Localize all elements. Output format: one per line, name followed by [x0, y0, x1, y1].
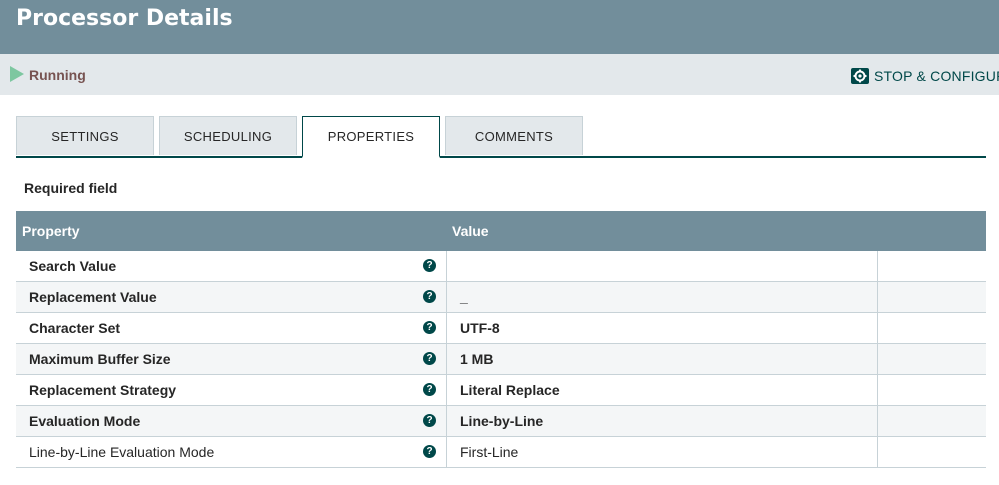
column-header-value: Value	[452, 223, 489, 239]
column-divider	[446, 313, 447, 344]
table-row[interactable]: Replacement Value ? _	[16, 282, 986, 313]
table-row[interactable]: Character Set ? UTF-8	[16, 313, 986, 344]
property-value[interactable]: UTF-8	[460, 313, 500, 343]
property-value[interactable]: Literal Replace	[460, 375, 560, 405]
help-icon[interactable]: ?	[423, 321, 436, 334]
gear-icon	[851, 68, 869, 84]
column-divider	[877, 282, 878, 313]
property-value[interactable]: Line-by-Line	[460, 406, 543, 436]
column-divider	[877, 437, 878, 468]
tab-properties[interactable]: PROPERTIES	[302, 116, 440, 158]
column-header-property: Property	[22, 223, 80, 239]
table-row[interactable]: Replacement Strategy ? Literal Replace	[16, 375, 986, 406]
table-row[interactable]: Line-by-Line Evaluation Mode ? First-Lin…	[16, 437, 986, 468]
property-name: Search Value	[29, 258, 117, 274]
property-name: Replacement Strategy	[29, 382, 177, 398]
property-name: Character Set	[29, 320, 121, 336]
column-divider	[877, 344, 878, 375]
table-header: Property Value	[16, 211, 986, 251]
play-icon	[10, 66, 24, 82]
column-divider	[446, 251, 447, 282]
tab-bar: SETTINGS SCHEDULING PROPERTIES COMMENTS	[16, 116, 986, 158]
column-divider	[877, 313, 878, 344]
column-divider	[877, 375, 878, 406]
property-value[interactable]: First-Line	[460, 437, 518, 467]
help-icon[interactable]: ?	[423, 414, 436, 427]
column-divider	[446, 437, 447, 468]
property-name: Line-by-Line Evaluation Mode	[29, 444, 215, 460]
table-row[interactable]: Maximum Buffer Size ? 1 MB	[16, 344, 986, 375]
stop-configure-button[interactable]: STOP & CONFIGURE	[850, 66, 999, 86]
column-divider	[446, 406, 447, 437]
property-name: Maximum Buffer Size	[29, 351, 171, 367]
tab-comments[interactable]: COMMENTS	[445, 116, 583, 155]
dialog-title: Processor Details	[16, 6, 233, 31]
column-divider	[877, 406, 878, 437]
property-value[interactable]: 1 MB	[460, 344, 493, 374]
column-divider	[446, 375, 447, 406]
stop-configure-label: STOP & CONFIGURE	[874, 68, 999, 84]
table-row[interactable]: Evaluation Mode ? Line-by-Line	[16, 406, 986, 437]
column-divider	[446, 344, 447, 375]
required-field-note: Required field	[24, 180, 118, 196]
tab-scheduling[interactable]: SCHEDULING	[159, 116, 297, 155]
tab-underline	[16, 156, 986, 158]
properties-table: Property Value Search Value ? Replacemen…	[16, 211, 986, 468]
help-icon[interactable]: ?	[423, 290, 436, 303]
table-row[interactable]: Search Value ?	[16, 251, 986, 282]
run-status-text: Running	[29, 67, 86, 83]
property-value[interactable]: _	[460, 282, 468, 312]
dialog-header: Processor Details	[0, 0, 999, 54]
help-icon[interactable]: ?	[423, 259, 436, 272]
column-divider	[446, 282, 447, 313]
help-icon[interactable]: ?	[423, 383, 436, 396]
column-divider	[877, 251, 878, 282]
help-icon[interactable]: ?	[423, 352, 436, 365]
property-name: Evaluation Mode	[29, 413, 141, 429]
help-icon[interactable]: ?	[423, 445, 436, 458]
property-name: Replacement Value	[29, 289, 157, 305]
tab-settings[interactable]: SETTINGS	[16, 116, 154, 155]
